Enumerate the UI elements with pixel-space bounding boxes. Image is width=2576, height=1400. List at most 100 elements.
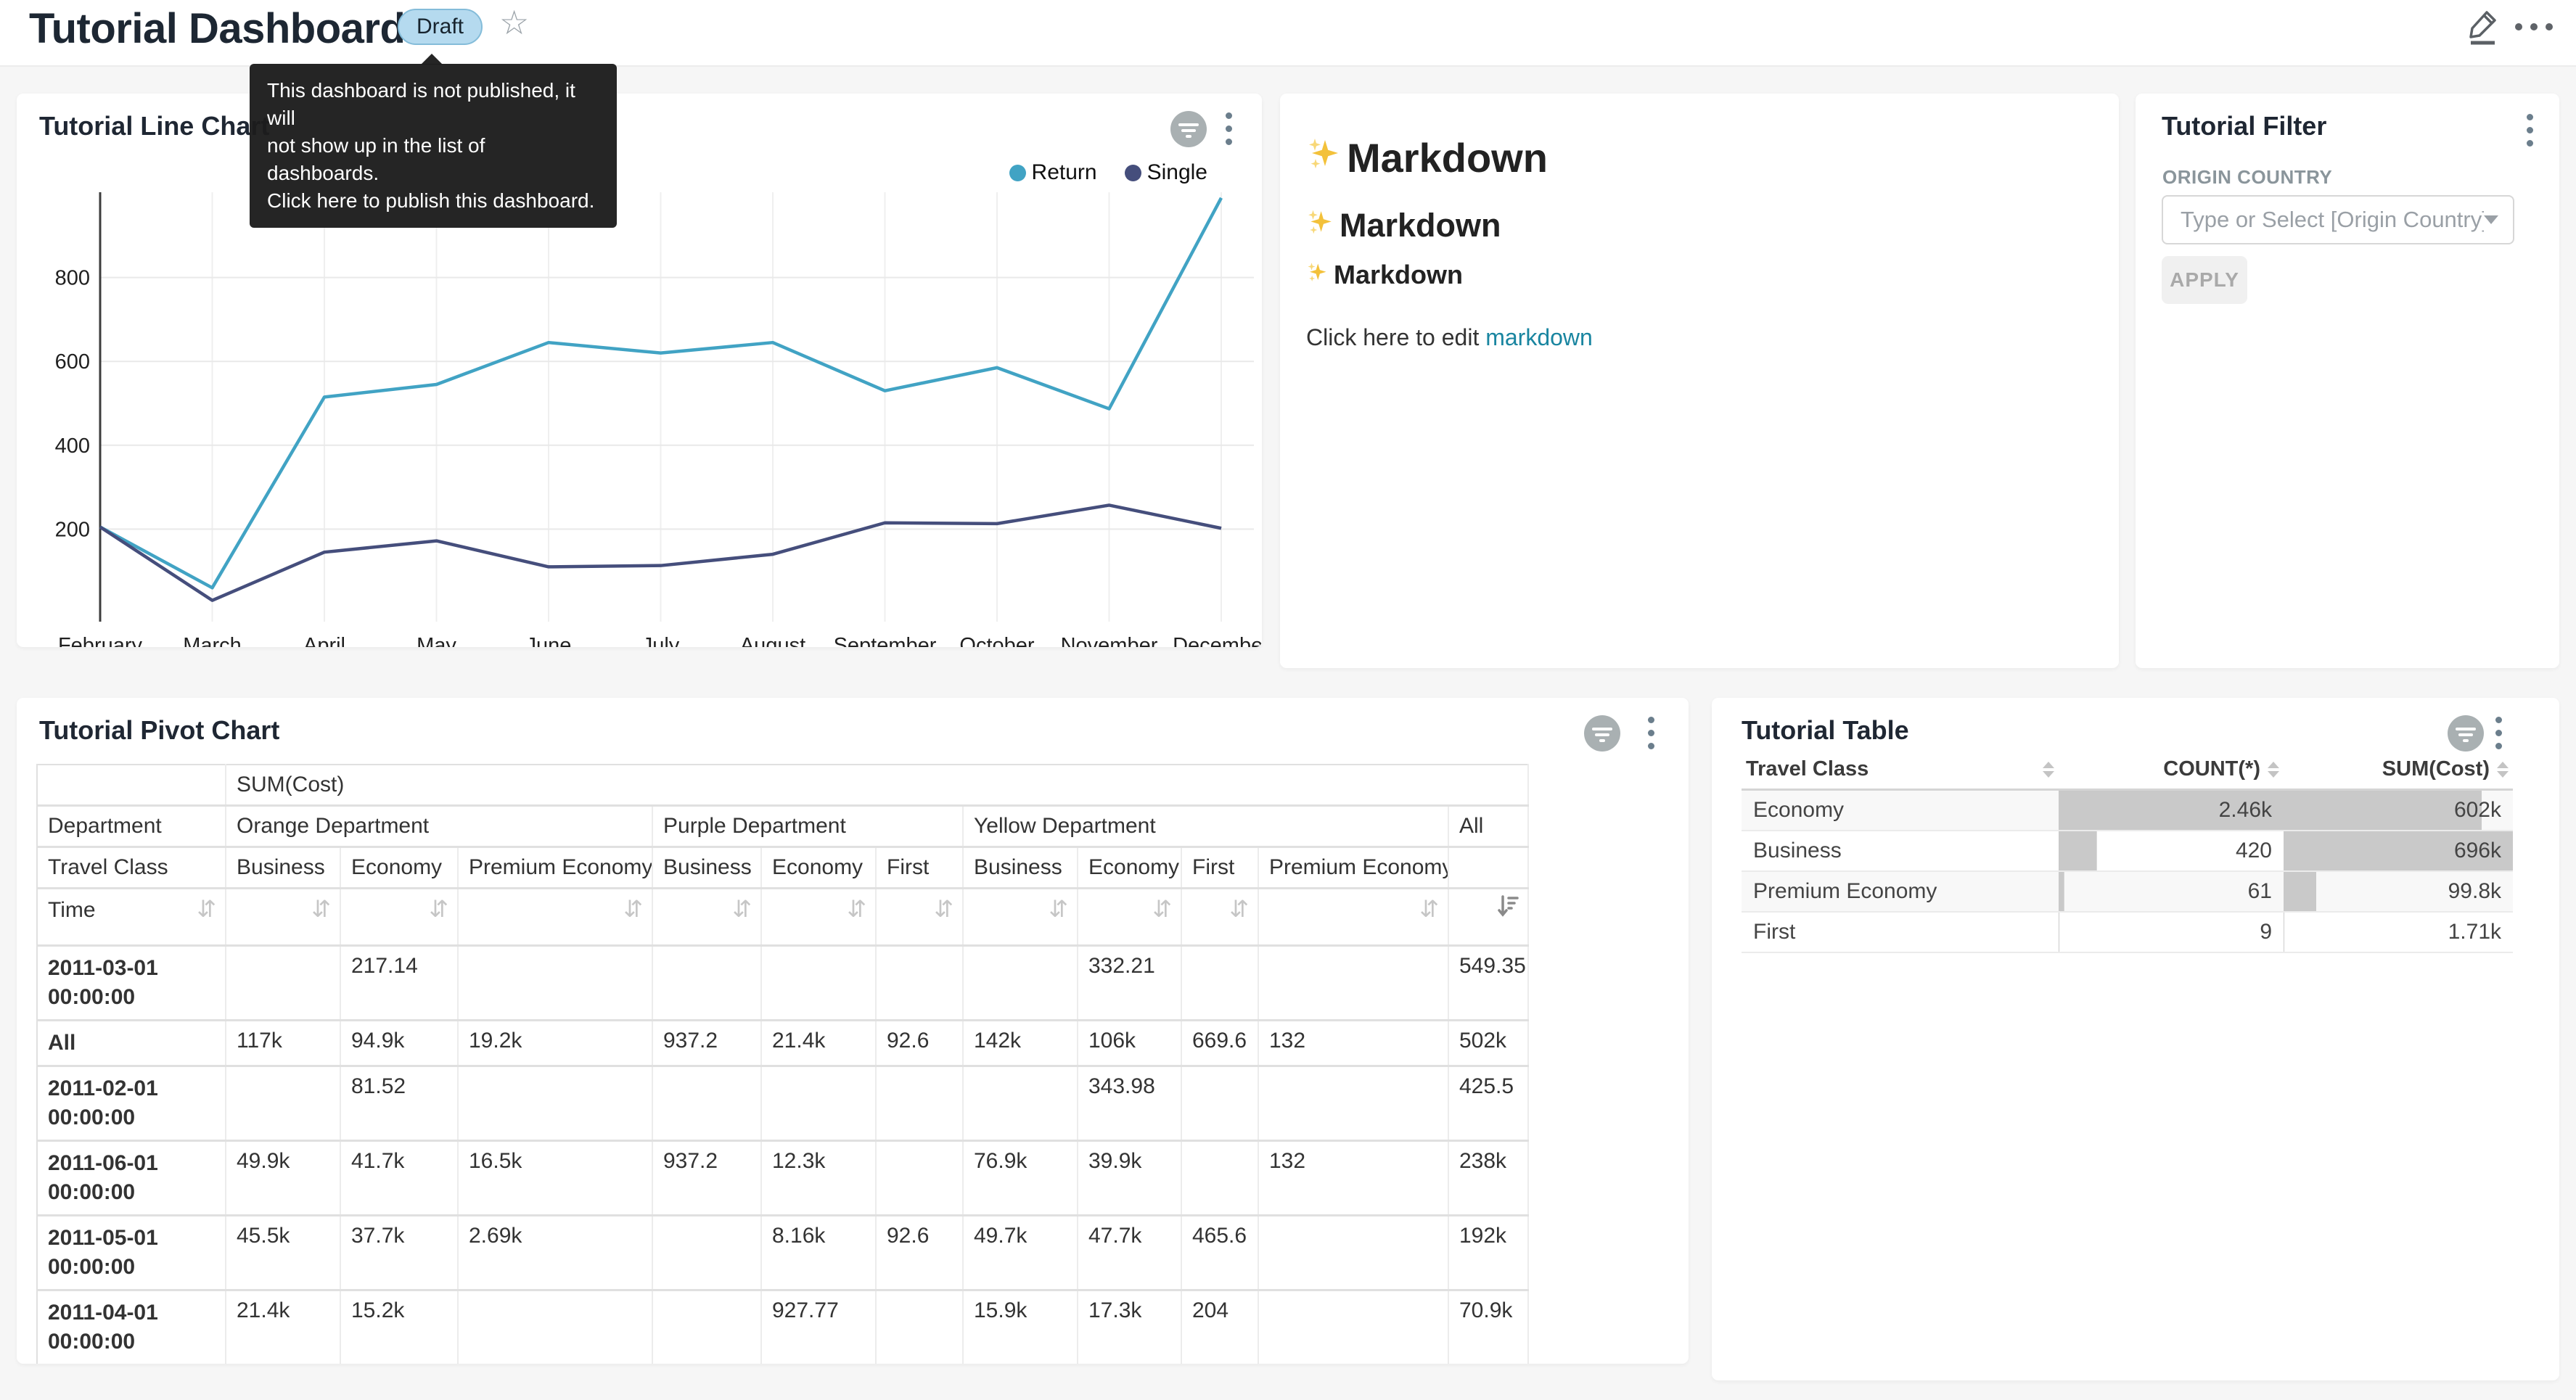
- tutorial-table: Travel Class COUNT(*) SUM(Cost) Economy2…: [1742, 757, 2513, 953]
- pivot-value-cell: [876, 1066, 963, 1141]
- table-header-row: Travel Class COUNT(*) SUM(Cost): [1742, 757, 2513, 790]
- edit-pencil-icon[interactable]: [2466, 7, 2501, 45]
- pivot-leaf-header: [1448, 847, 1528, 889]
- select-placeholder: Type or Select [Origin Country]: [2181, 207, 2484, 233]
- pivot-value-cell: 343.98: [1078, 1066, 1181, 1141]
- header-bar: Tutorial Dashboard Draft ☆: [0, 0, 2576, 67]
- pivot-value-cell: 425.5: [1448, 1066, 1528, 1141]
- col-travel-class[interactable]: Travel Class: [1742, 757, 2059, 790]
- pivot-leaf-header: Economy: [340, 847, 458, 889]
- filter-indicator-icon[interactable]: [2448, 715, 2484, 752]
- pivot-row: 2011-03-0100:00:00217.14332.21549.35: [37, 946, 1528, 1021]
- sort-icon[interactable]: ⇵: [429, 895, 448, 923]
- apply-button[interactable]: APPLY: [2162, 256, 2247, 304]
- sort-icon[interactable]: [2043, 762, 2054, 778]
- sort-icon[interactable]: ⇵: [623, 895, 643, 923]
- pivot-row: 2011-04-0100:00:0021.4k15.2k927.7715.9k1…: [37, 1290, 1528, 1364]
- more-menu-icon[interactable]: [2515, 23, 2553, 30]
- sort-icon[interactable]: ⇵: [1229, 895, 1249, 923]
- table-row: First91.71k: [1742, 912, 2513, 952]
- pivot-value-cell: 204: [1181, 1290, 1258, 1364]
- chart-kebab-menu-icon[interactable]: [1226, 112, 1232, 145]
- pivot-value-cell: [963, 1066, 1078, 1141]
- sort-desc-active-icon[interactable]: [1497, 894, 1519, 924]
- filter-indicator-icon[interactable]: [1584, 715, 1620, 752]
- legend-item-single[interactable]: Single: [1125, 160, 1207, 185]
- page-title: Tutorial Dashboard: [29, 4, 405, 53]
- pivot-row: 2011-06-0100:00:0049.9k41.7k16.5k937.212…: [37, 1141, 1528, 1216]
- sort-icon[interactable]: [2268, 762, 2279, 778]
- count-cell: 2.46k: [2059, 790, 2284, 831]
- pivot-leaf-header: Economy: [1078, 847, 1181, 889]
- markdown-h1-text: Markdown: [1347, 134, 1548, 181]
- origin-country-select[interactable]: Type or Select [Origin Country]: [2162, 195, 2514, 244]
- pivot-value-cell: [652, 946, 761, 1021]
- sort-icon[interactable]: ⇵: [1049, 895, 1068, 923]
- filter-kebab-menu-icon[interactable]: [2527, 114, 2533, 147]
- pivot-value-cell: 238k: [1448, 1141, 1528, 1216]
- pivot-value-cell: 549.35: [1448, 946, 1528, 1021]
- tooltip-line: This dashboard is not published, it will: [267, 77, 599, 132]
- sort-icon[interactable]: ⇵: [1152, 895, 1172, 923]
- single-series-dot: [1125, 165, 1141, 181]
- legend-item-return[interactable]: Return: [1009, 160, 1097, 185]
- x-tick-label: July: [642, 634, 680, 647]
- sort-icon[interactable]: ⇵: [1419, 895, 1439, 923]
- pivot-value-cell: [1258, 1216, 1448, 1290]
- draft-badge[interactable]: Draft: [398, 9, 483, 45]
- sort-icon[interactable]: ⇵: [934, 895, 953, 923]
- pivot-value-cell: [761, 946, 876, 1021]
- x-tick-label: June: [526, 634, 572, 647]
- table-card-title: Tutorial Table: [1742, 715, 1909, 746]
- sort-icon[interactable]: ⇵: [732, 895, 752, 923]
- origin-country-label: ORIGIN COUNTRY: [2162, 166, 2332, 189]
- pivot-value-cell: 8.16k: [761, 1216, 876, 1290]
- pivot-sort-cell: ⇵: [1258, 889, 1448, 946]
- pivot-value-cell: 47.7k: [1078, 1216, 1181, 1290]
- sort-icon[interactable]: ⇵: [311, 895, 331, 923]
- tooltip-line: not show up in the list of dashboards.: [267, 132, 599, 187]
- pivot-value-cell: 927.77: [761, 1290, 876, 1364]
- pivot-value-cell: [876, 946, 963, 1021]
- line-chart-title: Tutorial Line Chart: [39, 111, 269, 141]
- pivot-kebab-menu-icon[interactable]: [1648, 717, 1654, 749]
- sort-icon[interactable]: ⇵: [847, 895, 866, 923]
- favorite-star-icon[interactable]: ☆: [499, 3, 529, 42]
- pivot-value-cell: [458, 1066, 652, 1141]
- pivot-value-cell: [458, 946, 652, 1021]
- pivot-value-cell: 12.3k: [761, 1141, 876, 1216]
- pivot-value-cell: 106k: [1078, 1021, 1181, 1066]
- travel-class-cell: First: [1742, 912, 2059, 952]
- pivot-value-cell: 117k: [226, 1021, 340, 1066]
- pivot-row-label: 2011-05-0100:00:00: [37, 1216, 226, 1290]
- x-tick-label: September: [834, 634, 937, 647]
- pivot-value-cell: [963, 946, 1078, 1021]
- pivot-sort-cell: ⇵: [458, 889, 652, 946]
- col-count[interactable]: COUNT(*): [2059, 757, 2284, 790]
- line-chart-plot[interactable]: 200400600800FebruaryMarchAprilMayJuneJul…: [17, 186, 1262, 647]
- dashboard-page: Tutorial Dashboard Draft ☆ This dashboar…: [0, 0, 2576, 1400]
- pivot-leaf-header: Economy: [761, 847, 876, 889]
- sort-icon[interactable]: ⇵: [197, 895, 216, 923]
- filter-indicator-icon[interactable]: [1170, 111, 1207, 147]
- pivot-sort-cell: ⇵: [761, 889, 876, 946]
- pivot-value-cell: 81.52: [340, 1066, 458, 1141]
- return-series-dot: [1009, 165, 1026, 181]
- pivot-value-cell: 132: [1258, 1021, 1448, 1066]
- sort-icon[interactable]: [2497, 762, 2509, 778]
- markdown-edit-link[interactable]: markdown: [1485, 324, 1593, 350]
- x-tick-label: November: [1061, 634, 1158, 647]
- x-tick-label: May: [417, 634, 456, 647]
- pivot-value-cell: 17.3k: [1078, 1290, 1181, 1364]
- col-sum-cost[interactable]: SUM(Cost): [2284, 757, 2513, 790]
- tooltip-line[interactable]: Click here to publish this dashboard.: [267, 187, 599, 215]
- pivot-value-cell: [652, 1066, 761, 1141]
- pivot-value-cell: 465.6: [1181, 1216, 1258, 1290]
- travel-class-cell: Premium Economy: [1742, 871, 2059, 912]
- line-chart-card: Tutorial Line Chart Return Single 200400…: [17, 94, 1262, 647]
- count-cell: 61: [2059, 871, 2284, 912]
- pivot-value-cell: 15.2k: [340, 1290, 458, 1364]
- table-kebab-menu-icon[interactable]: [2495, 717, 2502, 749]
- pivot-group-header: Orange Department: [226, 806, 652, 847]
- pivot-value-cell: 937.2: [652, 1141, 761, 1216]
